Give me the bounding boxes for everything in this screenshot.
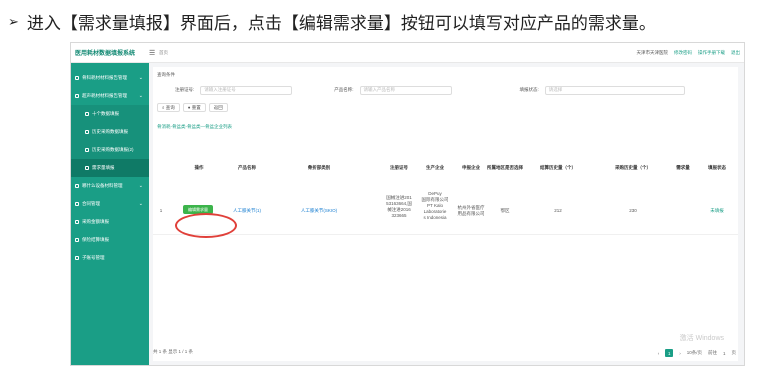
region-value: 鄂区 — [500, 208, 510, 213]
chevron-down-icon: ⌄ — [138, 201, 143, 207]
sidebar-item[interactable]: 需求量填报 — [71, 159, 149, 177]
col-settled-qty: 结算历史量（个） — [540, 165, 576, 170]
prev-page-icon[interactable]: ‹ — [658, 351, 660, 356]
next-page-icon[interactable]: › — [679, 351, 681, 356]
instruction-line: ➢ 进入【需求量填报】界面后，点击【编辑需求量】按钮可以填写对应产品的需求量。 — [8, 9, 656, 34]
sidebar-item-label: 子账号管理 — [82, 255, 105, 260]
col-declarant: 申报企业 — [462, 165, 480, 170]
search-buttons: ⌕ 查询 ● 重置 返回 — [157, 103, 738, 112]
menu-square-icon — [85, 166, 89, 170]
breadcrumb[interactable]: 首页 — [159, 50, 168, 56]
main-content: 查询条件 注册证号: 请输入注册证号 产品名称: 请输入产品名称 填报状态: 请… — [153, 67, 738, 361]
sidebar-item[interactable]: 历史采购数据填报 — [71, 123, 149, 141]
registration-value: 国械注进201 53163664,国 械注进2016 323665 — [386, 195, 412, 219]
sidebar-item-label: 需求量填报 — [92, 165, 115, 170]
sidebar-item[interactable]: 保险结算填报 — [71, 231, 149, 249]
menu-square-icon — [75, 202, 79, 206]
chevron-down-icon: ⌄ — [138, 93, 143, 99]
menu-square-icon — [75, 220, 79, 224]
settled-qty-value: 212 — [554, 208, 562, 213]
sidebar-item[interactable]: 十个数据填报 — [71, 105, 149, 123]
sidebar-item-label: 保险结算填报 — [82, 237, 109, 242]
col-action: 操作 — [194, 165, 204, 170]
sidebar-item-label: 骨科耗材材料报告管理 — [82, 75, 127, 80]
col-manufacturer: 生产企业 — [426, 165, 444, 170]
sidebar-item[interactable]: 采购金额填报 — [71, 213, 149, 231]
table-header: 操作 产品名称 骨折部类别 注册证号 生产企业 申报企业 所属地区是否选择 结算… — [153, 165, 738, 187]
sidebar-item-label: 十个数据填报 — [92, 111, 119, 116]
header-links: 天津市天津医院 修改密码 操作手册下载 退出 — [637, 50, 741, 56]
menu-toggle-icon[interactable]: ☰ — [149, 49, 155, 57]
menu-square-icon — [85, 148, 89, 152]
chevron-down-icon: ⌄ — [138, 75, 143, 81]
category-link[interactable]: 人工膝关节(SKIO) — [301, 208, 337, 214]
row-index: 1 — [159, 208, 163, 213]
goto-input[interactable]: 1 — [723, 351, 726, 356]
reset-button[interactable]: ● 重置 — [182, 103, 206, 112]
product-name-label: 产品名称: — [334, 87, 354, 92]
sidebar-item[interactable]: 超声耗材材料报告管理 ⌄ — [71, 87, 149, 105]
status-label: 填报状态: — [519, 87, 539, 92]
sidebar-item[interactable]: 骨科耗材材料报告管理 ⌄ — [71, 69, 149, 87]
menu-square-icon — [85, 112, 89, 116]
sidebar-item[interactable]: 哪什么设备材料管理 ⌄ — [71, 177, 149, 195]
menu-square-icon — [75, 94, 79, 98]
search-filters: 注册证号: 请输入注册证号 产品名称: 请输入产品名称 填报状态: 请选择 — [153, 83, 738, 97]
app-window: 医用耗材数据填报系统 骨科耗材材料报告管理 ⌄ 超声耗材材料报告管理 ⌄ 十个数据填报历… — [70, 42, 745, 366]
sidebar-item-label: 历史采购数据填报 — [92, 129, 128, 134]
sidebar-menu: 骨科耗材材料报告管理 ⌄ 超声耗材材料报告管理 ⌄ 十个数据填报历史采购数据填报历史采购… — [71, 63, 149, 267]
org-name: 天津市天津医院 — [636, 49, 669, 55]
col-product: 产品名称 — [238, 165, 256, 170]
menu-square-icon — [75, 76, 79, 80]
page-suffix: 页 — [731, 350, 737, 355]
registration-label: 注册证号: — [175, 87, 195, 92]
registration-input[interactable]: 请输入注册证号 — [200, 85, 293, 95]
instruction-text: 进入【需求量填报】界面后，点击【编辑需求量】按钮可以填写对应产品的需求量。 — [26, 14, 656, 33]
highlight-circle — [175, 213, 237, 238]
pagination: ‹ 1 › 10条/页 前往 1 页 — [658, 349, 736, 357]
table-row: 1 编辑需求量 人工膝关节(1) 人工膝关节(SKIO) 国械注进201 531… — [153, 191, 738, 235]
windows-watermark: 激活 Windows — [679, 335, 724, 342]
status-value: 未填报 — [710, 208, 724, 213]
sidebar-item-label: 超声耗材材料报告管理 — [82, 93, 127, 98]
goto-label: 前往 — [707, 350, 717, 355]
col-purchase-qty: 采购历史量（个） — [615, 165, 651, 170]
product-name-link[interactable]: 人工膝关节(1) — [233, 208, 261, 214]
search-section-title: 查询条件 — [157, 72, 175, 77]
page-number[interactable]: 1 — [665, 349, 674, 357]
col-region: 所属地区是否选择 — [487, 165, 523, 170]
product-name-input[interactable]: 请输入产品名称 — [359, 85, 452, 95]
menu-square-icon — [85, 130, 89, 134]
col-category: 骨折部类别 — [307, 165, 331, 170]
manufacturer-value: DePuy 国际有限公司 PT Kalo Laboratorie s Indon… — [421, 191, 449, 221]
page-size-select[interactable]: 10条/页 — [687, 350, 702, 356]
change-password-link[interactable]: 修改密码 — [674, 50, 692, 56]
sidebar-item[interactable]: 历史采购数据填报(2) — [71, 141, 149, 159]
col-demand: 需求量 — [676, 165, 690, 170]
col-registration: 注册证号 — [390, 165, 408, 170]
sidebar-item-label: 合同管理 — [82, 201, 100, 206]
table-title: 骨消耗-骨盆类-骨盆类—骨盆企业列表 — [157, 124, 232, 129]
status-select[interactable]: 请选择 — [544, 85, 685, 95]
sidebar-item-label: 历史采购数据填报(2) — [92, 147, 134, 152]
declarant-value: 杭州外省医疗 用品有限公司 — [457, 205, 485, 217]
pagination-summary: 共 1 条 显示 1 / 1 条 — [153, 349, 194, 354]
purchase-qty-value: 230 — [629, 208, 637, 213]
sidebar: 医用耗材数据填报系统 骨科耗材材料报告管理 ⌄ 超声耗材材料报告管理 ⌄ 十个数据填报历… — [71, 43, 163, 365]
sidebar-item-label: 哪什么设备材料管理 — [82, 183, 123, 188]
bullet-arrow-icon: ➢ — [8, 13, 19, 29]
logout-link[interactable]: 退出 — [731, 50, 740, 56]
topbar: ☰ 首页 天津市天津医院 修改密码 操作手册下载 退出 — [149, 43, 744, 63]
sidebar-item[interactable]: 子账号管理 — [71, 249, 149, 267]
sidebar-item[interactable]: 合同管理 ⌄ — [71, 195, 149, 213]
manual-download-link[interactable]: 操作手册下载 — [698, 50, 725, 56]
col-status: 填报状态 — [708, 165, 726, 170]
back-button[interactable]: 返回 — [208, 103, 228, 112]
menu-square-icon — [75, 184, 79, 188]
menu-square-icon — [75, 256, 79, 260]
chevron-down-icon: ⌄ — [138, 183, 143, 189]
menu-square-icon — [75, 238, 79, 242]
sidebar-item-label: 采购金额填报 — [82, 219, 109, 224]
search-button[interactable]: ⌕ 查询 — [157, 103, 180, 112]
